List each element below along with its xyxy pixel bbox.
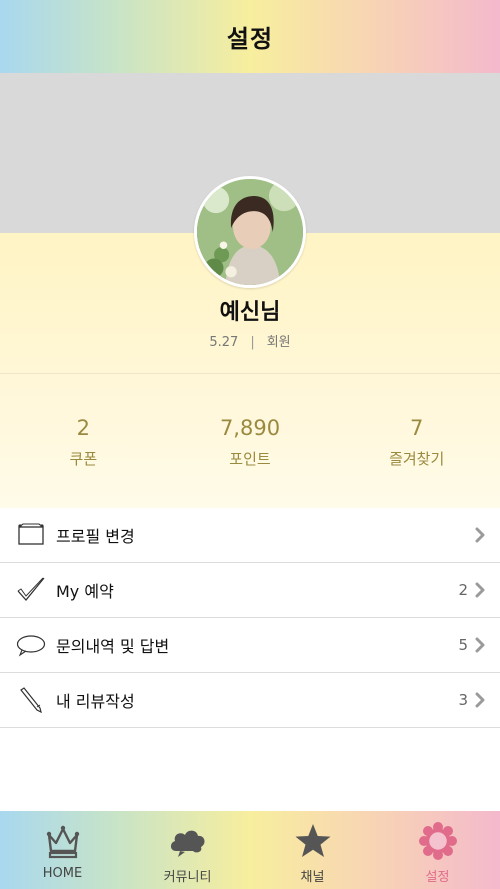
crown-icon (43, 821, 83, 861)
stat-label: 쿠폰 (69, 450, 98, 468)
profile-meta: 5.27 | 회원 (0, 331, 500, 350)
menu-item-label: 프로필 변경 (56, 527, 135, 546)
stat-coupon[interactable]: 2 쿠폰 (0, 412, 167, 469)
menu-item-inquiries[interactable]: 문의내역 및 답변 5 (0, 618, 500, 673)
checkmark-icon (16, 577, 46, 603)
settings-menu: 프로필 변경 My 예약 2 문의내역 및 답변 5 내 리뷰작성 3 (0, 508, 500, 728)
speech-bubble-icon (16, 632, 46, 658)
pencil-icon (16, 687, 46, 713)
stat-value: 2 (76, 416, 91, 440)
chevron-right-icon (474, 637, 486, 653)
chevron-right-icon (474, 582, 486, 598)
tab-label: HOME (42, 866, 83, 881)
top-header: 설정 (0, 0, 500, 73)
stat-value: 7 (409, 416, 424, 440)
bottom-tab-bar: HOME 커뮤니티 채널 설정 (0, 811, 500, 889)
tab-label: 채널 (300, 870, 325, 885)
tab-label: 설정 (425, 870, 450, 885)
page-title: 설정 (226, 25, 274, 53)
tab-channel[interactable]: 채널 (250, 811, 375, 889)
cloud-icon (168, 821, 208, 861)
menu-item-count: 3 (458, 691, 468, 709)
stat-label: 포인트 (229, 450, 271, 468)
profile-date: 5.27 (209, 335, 239, 350)
stat-favorites[interactable]: 7 즐겨찾기 (333, 412, 500, 469)
profile-divider (0, 373, 500, 374)
menu-item-label: 내 리뷰작성 (56, 692, 135, 711)
profile-name: 예신님 (219, 300, 281, 325)
stat-label: 즐겨찾기 (389, 450, 445, 468)
profile-grade: 회원 (266, 335, 291, 350)
tab-label: 커뮤니티 (163, 870, 212, 885)
stat-points[interactable]: 7,890 포인트 (167, 412, 334, 469)
tab-settings[interactable]: 설정 (375, 811, 500, 889)
menu-item-label: My 예약 (56, 582, 114, 601)
menu-item-my-reservation[interactable]: My 예약 2 (0, 563, 500, 618)
meta-separator: | (250, 335, 255, 350)
flower-icon (418, 821, 458, 861)
stat-value: 7,890 (219, 416, 281, 440)
frame-icon (16, 522, 46, 548)
menu-item-count: 5 (458, 636, 468, 654)
menu-item-label: 문의내역 및 답변 (56, 637, 170, 656)
stats-row: 2 쿠폰 7,890 포인트 7 즐겨찾기 (0, 412, 500, 469)
star-icon (293, 821, 333, 861)
menu-item-profile-edit[interactable]: 프로필 변경 (0, 508, 500, 563)
menu-item-write-review[interactable]: 내 리뷰작성 3 (0, 673, 500, 728)
menu-item-count: 2 (458, 581, 468, 599)
chevron-right-icon (474, 527, 486, 543)
tab-home[interactable]: HOME (0, 811, 125, 889)
chevron-right-icon (474, 692, 486, 708)
avatar[interactable] (194, 176, 306, 288)
tab-community[interactable]: 커뮤니티 (125, 811, 250, 889)
